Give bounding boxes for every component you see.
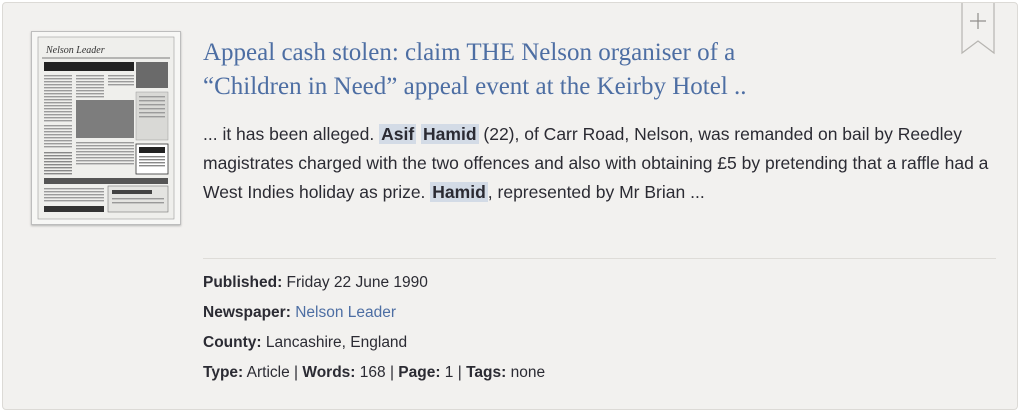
type-label: Type: xyxy=(203,364,244,381)
search-highlight: Hamid xyxy=(421,124,479,144)
thumbnail-masthead: Nelson Leader xyxy=(45,45,105,56)
article-title-line2: “Children in Need” appeal event at the K… xyxy=(203,73,747,100)
article-snippet: ... it has been alleged. Asif Hamid (22)… xyxy=(203,120,993,207)
bookmark-plus-icon xyxy=(961,3,995,55)
add-bookmark-button[interactable] xyxy=(961,3,995,55)
newspaper-label: Newspaper: xyxy=(203,304,291,321)
newspaper-thumbnail[interactable]: Nelson Leader xyxy=(31,31,181,225)
snippet-pre: ... it has been alleged. xyxy=(203,124,380,144)
article-title-link[interactable]: Appeal cash stolen: claim THE Nelson org… xyxy=(203,36,883,104)
newspaper-row: Newspaper: Nelson Leader xyxy=(203,303,396,323)
snippet-post: , represented by Mr Brian ... xyxy=(487,182,705,202)
tags-value: none xyxy=(506,364,546,381)
words-value: 168 | xyxy=(355,364,399,381)
published-row: Published: Friday 22 June 1990 xyxy=(203,273,428,293)
divider xyxy=(203,258,996,259)
page-value: 1 | xyxy=(440,364,467,381)
county-label: County: xyxy=(203,334,262,351)
published-value: Friday 22 June 1990 xyxy=(282,274,428,291)
type-row: Type: Article | Words: 168 | Page: 1 | T… xyxy=(203,363,545,383)
search-result-card: Nelson Leader Appeal cash stolen: claim … xyxy=(2,2,1018,410)
tags-label: Tags: xyxy=(466,364,507,381)
words-label: Words: xyxy=(302,364,356,381)
type-value: Article | xyxy=(243,364,303,381)
search-highlight: Asif xyxy=(379,124,417,144)
published-label: Published: xyxy=(203,274,283,291)
newspaper-link[interactable]: Nelson Leader xyxy=(295,304,396,321)
article-title-line1: Appeal cash stolen: claim THE Nelson org… xyxy=(203,39,736,66)
county-value: Lancashire, England xyxy=(261,334,408,351)
search-highlight: Hamid xyxy=(430,182,488,202)
page-label: Page: xyxy=(398,364,441,381)
newspaper-page-image: Nelson Leader xyxy=(32,32,180,224)
county-row: County: Lancashire, England xyxy=(203,333,407,353)
